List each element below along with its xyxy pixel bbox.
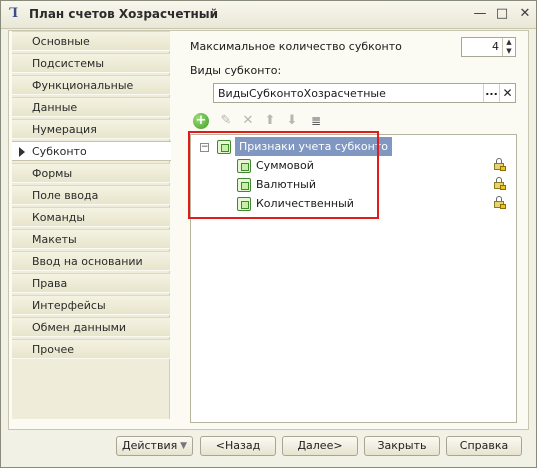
sidebar-item-label: Основные [32,35,90,48]
sidebar-item-label: Интерфейсы [32,299,106,312]
move-down-icon[interactable]: ⬇ [283,112,301,130]
sidebar-item-label: Поле ввода [32,189,99,202]
selected-arrow-icon [19,147,25,157]
subconto-types-value[interactable]: ВидыСубконтоХозрасчетные [218,87,386,100]
sidebar-item-label: Субконто [32,145,87,158]
sidebar-item-label: Нумерация [32,123,97,136]
sidebar-item-label: Обмен данными [32,321,127,334]
add-icon[interactable]: + [193,113,209,129]
sidebar-item-label: Команды [32,211,86,224]
sidebar-item-label: Ввод на основании [32,255,143,268]
sidebar-item-prochee[interactable]: Прочее [12,339,170,359]
lock-icon [494,177,506,190]
sidebar: Основные Подсистемы Функциональные опции… [12,31,171,419]
max-subconto-stepper[interactable]: 4 ▲ ▼ [461,37,516,57]
close-icon[interactable]: ✕ [515,5,535,23]
sidebar-item-dannye[interactable]: Данные [12,97,170,117]
app-icon: Ꞁ [9,6,19,21]
sidebar-item-vvod-na-osnovanii[interactable]: Ввод на основании [12,251,170,271]
sidebar-item-func-options[interactable]: Функциональные опции [12,75,170,111]
subconto-types-field[interactable]: ВидыСубконтоХозрасчетные ... ✕ [213,83,516,103]
lock-icon [494,196,506,209]
subconto-types-label: Виды субконто: [190,64,282,77]
clear-icon[interactable]: ✕ [499,84,515,102]
sidebar-item-komandy[interactable]: Команды [12,207,170,227]
sidebar-item-numeraciya[interactable]: Нумерация [12,119,170,139]
next-button[interactable]: Далее> [282,436,358,456]
stepper-arrows-icon[interactable]: ▲ ▼ [502,38,515,56]
maximize-icon[interactable]: □ [492,5,512,23]
max-subconto-value[interactable]: 4 [492,40,499,53]
sidebar-item-label: Данные [32,101,78,114]
select-button[interactable]: ... [483,84,499,102]
sidebar-item-formy[interactable]: Формы [12,163,170,183]
sidebar-item-interfeysy[interactable]: Интерфейсы [12,295,170,315]
delete-icon[interactable]: ✕ [239,112,257,130]
sidebar-item-label: Права [32,277,68,290]
move-up-icon[interactable]: ⬆ [261,112,279,130]
sidebar-item-makety[interactable]: Макеты [12,229,170,249]
sidebar-item-label: Подсистемы [32,57,105,70]
max-subconto-label: Максимальное количество субконто [190,40,402,53]
sidebar-item-podsistemy[interactable]: Подсистемы [12,53,170,73]
lock-icon [494,158,506,171]
edit-icon[interactable]: ✎ [217,112,235,130]
title-bar: Ꞁ План счетов Хозрасчетный — □ ✕ [1,1,536,29]
highlight-box [188,131,379,219]
sidebar-item-pole-vvoda[interactable]: Поле ввода [12,185,170,205]
help-button[interactable]: Справка [446,436,522,456]
sidebar-item-prava[interactable]: Права [12,273,170,293]
sidebar-item-label: Макеты [32,233,77,246]
minimize-icon[interactable]: — [470,5,490,23]
window-title: План счетов Хозрасчетный [29,7,219,21]
sidebar-item-subkonto[interactable]: Субконто [12,141,171,161]
sidebar-item-osnovnye[interactable]: Основные [12,31,170,51]
sidebar-item-obmen-dannymi[interactable]: Обмен данными [12,317,170,337]
sidebar-item-label: Прочее [32,343,75,356]
list-icon[interactable]: ≣ [307,112,325,130]
sidebar-item-label: Формы [32,167,73,180]
actions-button[interactable]: Действия ▼ [116,436,193,456]
back-button[interactable]: <Назад [200,436,276,456]
actions-label: Действия [122,439,178,452]
close-button[interactable]: Закрыть [364,436,440,456]
chevron-down-icon: ▼ [180,441,187,451]
